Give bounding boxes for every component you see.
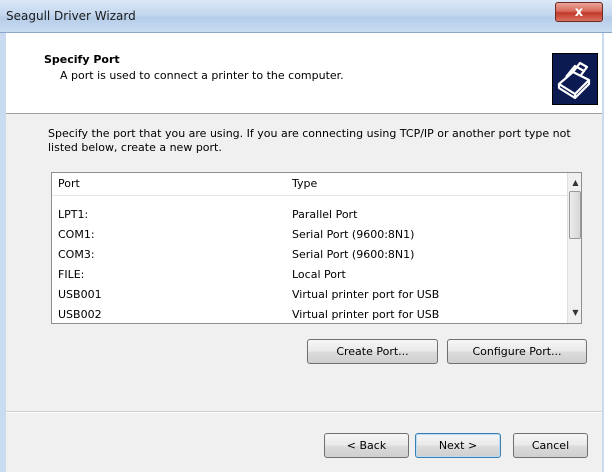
port-type: Serial Port (9600:8N1) (292, 248, 415, 261)
page-subtitle: A port is used to connect a printer to t… (60, 69, 344, 82)
port-list-header: Port Type (52, 173, 568, 196)
create-port-button[interactable]: Create Port... (307, 339, 438, 364)
port-row[interactable]: USB001 Virtual printer port for USB (52, 286, 568, 306)
port-name: USB002 (58, 308, 102, 321)
port-name: FILE: (58, 268, 85, 281)
port-list[interactable]: Port Type LPT1: Parallel Port COM1: Seri… (51, 172, 582, 324)
port-rows: LPT1: Parallel Port COM1: Serial Port (9… (52, 206, 568, 323)
port-name: LPT1: (58, 208, 89, 221)
window-title: Seagull Driver Wizard (6, 9, 136, 23)
page-title: Specify Port (44, 53, 120, 66)
port-type: Serial Port (9600:8N1) (292, 228, 415, 241)
next-button[interactable]: Next > (415, 433, 501, 458)
port-type: Local Port (292, 268, 346, 281)
port-row[interactable]: COM3: Serial Port (9600:8N1) (52, 246, 568, 266)
port-type: Parallel Port (292, 208, 358, 221)
scroll-down-arrow-icon[interactable]: ▼ (568, 305, 581, 320)
scroll-up-arrow-icon[interactable]: ▲ (568, 175, 581, 190)
port-list-scrollbar[interactable]: ▲ ▼ (567, 173, 581, 323)
cancel-button[interactable]: Cancel (513, 433, 588, 458)
column-header-port[interactable]: Port (58, 177, 80, 190)
port-row[interactable]: COM1: Serial Port (9600:8N1) (52, 226, 568, 246)
port-row[interactable]: FILE: Local Port (52, 266, 568, 286)
port-type: Virtual printer port for USB (292, 308, 440, 321)
configure-port-button[interactable]: Configure Port... (447, 339, 587, 364)
port-name: USB001 (58, 288, 102, 301)
close-button[interactable]: x (555, 2, 603, 22)
port-row[interactable]: USB002 Virtual printer port for USB (52, 306, 568, 323)
port-type: Virtual printer port for USB (292, 288, 440, 301)
port-name: COM1: (58, 228, 95, 241)
port-name: COM3: (58, 248, 95, 261)
printer-icon (552, 53, 598, 105)
footer-divider (6, 411, 602, 413)
title-bar[interactable]: Seagull Driver Wizard x (0, 0, 612, 33)
back-button[interactable]: < Back (324, 433, 409, 458)
port-row[interactable]: LPT1: Parallel Port (52, 206, 568, 226)
column-header-type[interactable]: Type (292, 177, 317, 190)
instructions-text: Specify the port that you are using. If … (48, 127, 571, 154)
scroll-thumb[interactable] (569, 191, 581, 239)
